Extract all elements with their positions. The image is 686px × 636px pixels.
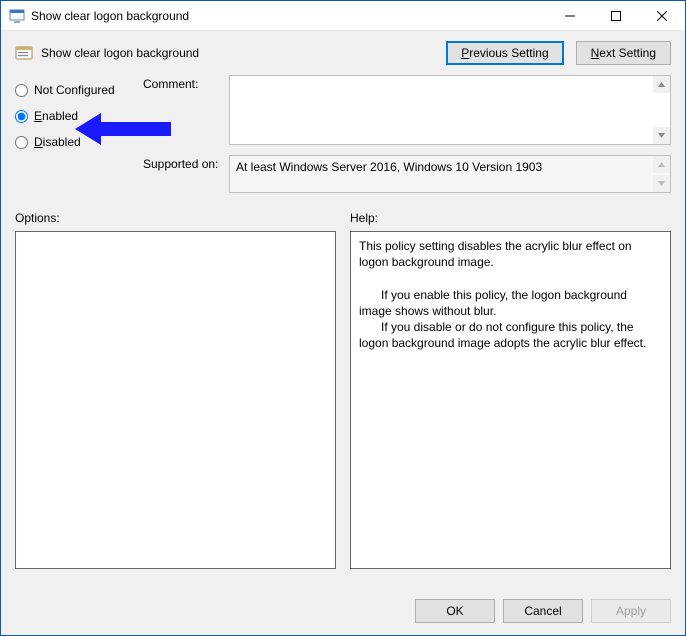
app-icon — [9, 8, 25, 24]
scroll-up-icon — [653, 156, 670, 173]
supported-textbox: At least Windows Server 2016, Windows 10… — [229, 155, 671, 193]
body-row: Not Configured Enabled Disabled Comment: — [1, 69, 685, 203]
columns: Options: Help: This policy setting disab… — [1, 203, 685, 569]
supported-row: Supported on: At least Windows Server 20… — [143, 155, 671, 193]
radio-enabled-label: nabled — [42, 109, 78, 123]
help-panel: This policy setting disables the acrylic… — [350, 231, 671, 569]
help-p3: If you disable or do not configure this … — [359, 319, 662, 351]
policy-icon — [15, 44, 33, 62]
prev-label-tail: revious Setting — [469, 46, 548, 60]
cancel-button[interactable]: Cancel — [503, 599, 583, 623]
scroll-down-icon — [653, 175, 670, 192]
ok-label: OK — [446, 604, 463, 618]
radio-disabled-input[interactable] — [15, 136, 28, 149]
window-title: Show clear logon background — [31, 9, 547, 23]
supported-value: At least Windows Server 2016, Windows 10… — [236, 160, 542, 174]
help-column: Help: This policy setting disables the a… — [350, 211, 671, 569]
titlebar: Show clear logon background — [1, 1, 685, 31]
apply-label: Apply — [616, 604, 646, 618]
policy-editor-window: Show clear logon background Show clear l… — [0, 0, 686, 636]
dialog-footer: OK Cancel Apply — [1, 589, 685, 635]
radio-enabled-input[interactable] — [15, 110, 28, 123]
minimize-button[interactable] — [547, 1, 593, 30]
radio-enabled[interactable]: Enabled — [15, 109, 135, 123]
state-radio-group: Not Configured Enabled Disabled — [15, 75, 135, 203]
comment-label: Comment: — [143, 75, 229, 145]
scroll-up-icon[interactable] — [653, 76, 670, 93]
window-controls — [547, 1, 685, 30]
radio-not-configured-label: ot Configured — [43, 83, 115, 97]
previous-setting-button[interactable]: Previous Setting — [446, 41, 563, 65]
fields: Comment: Supported on: At least Windows … — [143, 75, 671, 203]
next-label-tail: ext Setting — [599, 46, 656, 60]
help-label: Help: — [350, 211, 671, 225]
header-row: Show clear logon background Previous Set… — [1, 31, 685, 69]
next-setting-button[interactable]: Next Setting — [576, 41, 671, 65]
apply-button: Apply — [591, 599, 671, 623]
radio-disabled-label: isabled — [43, 135, 81, 149]
help-p1: This policy setting disables the acrylic… — [359, 239, 632, 269]
scroll-down-icon[interactable] — [653, 127, 670, 144]
policy-title: Show clear logon background — [41, 46, 434, 60]
comment-row: Comment: — [143, 75, 671, 145]
options-label: Options: — [15, 211, 336, 225]
comment-textarea[interactable] — [229, 75, 671, 145]
options-column: Options: — [15, 211, 336, 569]
supported-label: Supported on: — [143, 155, 229, 171]
radio-disabled[interactable]: Disabled — [15, 135, 135, 149]
radio-not-configured-input[interactable] — [15, 84, 28, 97]
help-p2: If you enable this policy, the logon bac… — [359, 287, 662, 319]
maximize-button[interactable] — [593, 1, 639, 30]
options-panel — [15, 231, 336, 569]
close-button[interactable] — [639, 1, 685, 30]
radio-not-configured[interactable]: Not Configured — [15, 83, 135, 97]
cancel-label: Cancel — [524, 604, 561, 618]
ok-button[interactable]: OK — [415, 599, 495, 623]
